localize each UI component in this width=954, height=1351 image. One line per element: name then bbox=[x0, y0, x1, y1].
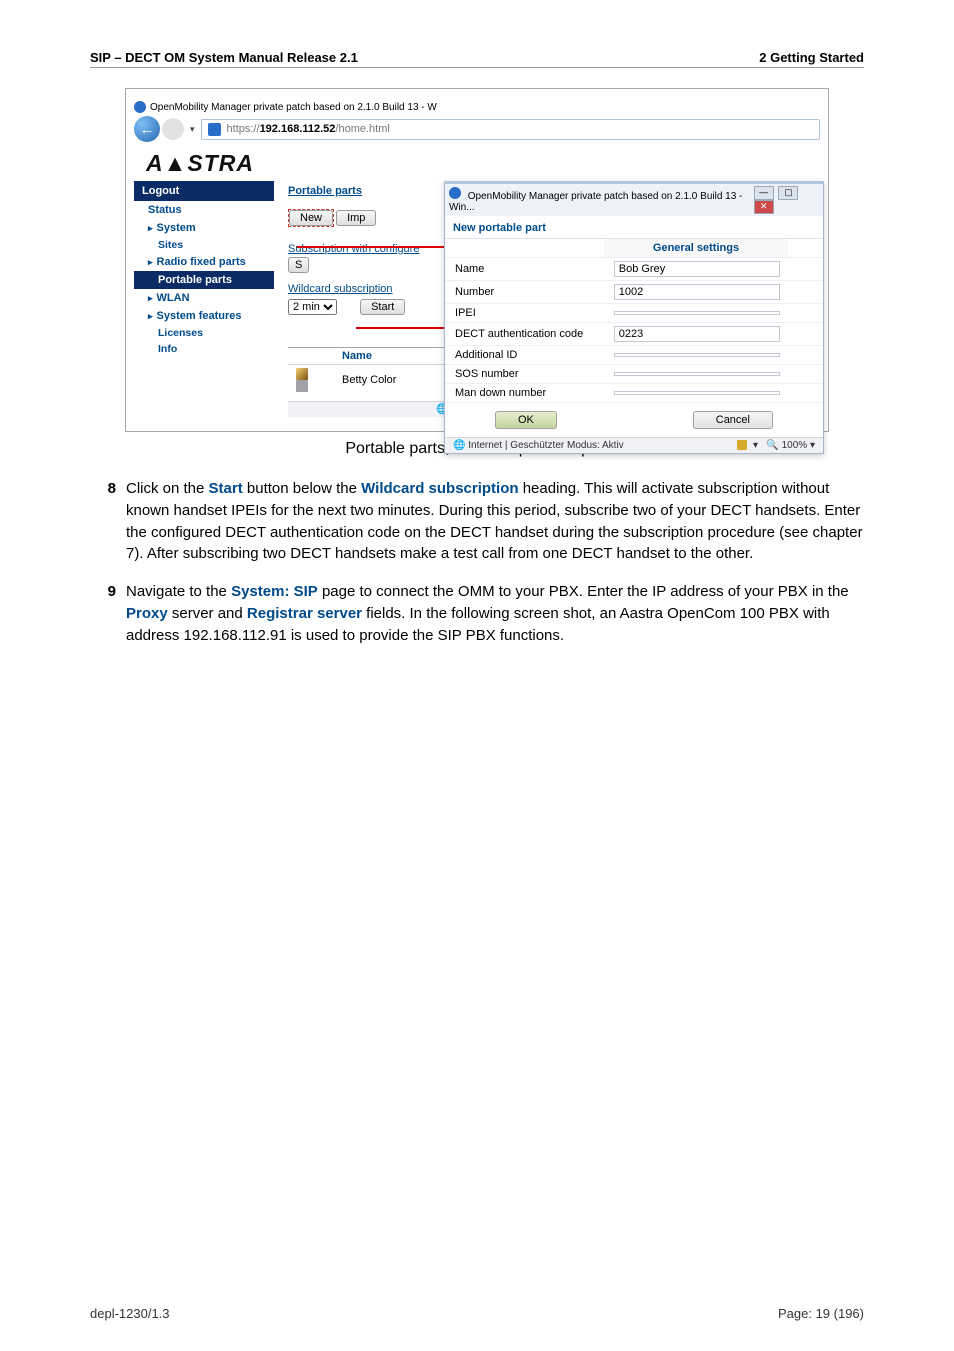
header-right: 2 Getting Started bbox=[759, 50, 864, 65]
sidebar-item-sites[interactable]: Sites bbox=[134, 237, 274, 253]
sidebar-item-portable-parts[interactable]: Portable parts bbox=[134, 271, 274, 289]
sidebar-item-rfp[interactable]: Radio fixed parts bbox=[134, 253, 274, 271]
auth-code-input[interactable]: 0223 bbox=[614, 326, 780, 342]
label-auth-code: DECT authentication code bbox=[445, 323, 604, 346]
back-button[interactable]: ← bbox=[134, 116, 160, 142]
s-button[interactable]: S bbox=[288, 257, 309, 273]
dialog-favicon-icon bbox=[449, 187, 461, 199]
cell-name: Betty Color bbox=[334, 365, 446, 396]
ie-icon bbox=[208, 123, 221, 136]
general-settings-heading: General settings bbox=[604, 239, 789, 258]
ie-favicon-icon bbox=[134, 101, 146, 113]
cancel-button[interactable]: Cancel bbox=[693, 411, 773, 429]
sidebar-item-info[interactable]: Info bbox=[134, 341, 274, 357]
header-left: SIP – DECT OM System Manual Release 2.1 bbox=[90, 50, 358, 65]
step-8-number: 8 bbox=[90, 478, 126, 565]
dialog-window-title: OpenMobility Manager private patch based… bbox=[449, 191, 742, 213]
screenshot-container: OpenMobility Manager private patch based… bbox=[125, 88, 829, 432]
step-9-text: Navigate to the System: SIP page to conn… bbox=[126, 581, 864, 646]
wildcard-subscription-heading: Wildcard subscription bbox=[288, 283, 393, 295]
minimize-button[interactable]: — bbox=[754, 186, 774, 200]
sos-input[interactable] bbox=[614, 372, 780, 376]
sidebar-item-status[interactable]: Status bbox=[134, 201, 274, 219]
delete-icon[interactable] bbox=[296, 380, 308, 392]
dialog-globe-icon: 🌐 bbox=[453, 440, 465, 451]
panel-heading-portable-parts[interactable]: Portable parts bbox=[288, 185, 362, 197]
name-input[interactable]: Bob Grey bbox=[614, 261, 780, 277]
url-path: /home.html bbox=[335, 123, 389, 135]
subscription-config-link[interactable]: Subscription with configure bbox=[288, 243, 419, 255]
label-ipei: IPEI bbox=[445, 304, 604, 323]
label-sos: SOS number bbox=[445, 365, 604, 384]
label-name: Name bbox=[445, 258, 604, 281]
step-9-number: 9 bbox=[90, 581, 126, 646]
label-additional-id: Additional ID bbox=[445, 346, 604, 365]
step-8-text: Click on the Start button below the Wild… bbox=[126, 478, 864, 565]
address-bar[interactable]: https://192.168.112.52/home.html bbox=[201, 119, 820, 140]
start-ref: Start bbox=[209, 480, 243, 497]
new-button-highlight: New bbox=[288, 209, 334, 227]
label-man-down: Man down number bbox=[445, 384, 604, 403]
dialog-status-zoom: 100% bbox=[782, 440, 808, 451]
url-host: 192.168.112.52 bbox=[260, 123, 336, 135]
new-button[interactable]: New bbox=[289, 210, 333, 226]
start-button[interactable]: Start bbox=[360, 299, 405, 315]
sidebar: Logout Status System Sites Radio fixed p… bbox=[134, 181, 274, 423]
dialog-title: New portable part bbox=[445, 216, 823, 239]
dialog-status-zone: Internet | Geschützter Modus: Aktiv bbox=[468, 440, 623, 451]
ipei-input[interactable] bbox=[614, 311, 780, 315]
wildcard-duration-select[interactable]: 2 min bbox=[288, 299, 337, 315]
proxy-ref: Proxy bbox=[126, 605, 168, 622]
system-sip-ref: System: SIP bbox=[231, 583, 318, 600]
url-protocol: https:// bbox=[227, 123, 260, 135]
aastra-logo: A▲STRA bbox=[146, 150, 254, 177]
footer-right: Page: 19 (196) bbox=[778, 1306, 864, 1321]
number-input[interactable]: 1002 bbox=[614, 284, 780, 300]
forward-button[interactable] bbox=[162, 118, 184, 140]
maximize-button[interactable]: ▢ bbox=[778, 186, 798, 200]
new-portable-part-dialog: OpenMobility Manager private patch based… bbox=[444, 181, 824, 454]
sidebar-item-wlan[interactable]: WLAN bbox=[134, 289, 274, 307]
col-name: Name bbox=[334, 348, 446, 365]
sidebar-item-licenses[interactable]: Licenses bbox=[134, 325, 274, 341]
ok-button[interactable]: OK bbox=[495, 411, 557, 429]
sidebar-logout[interactable]: Logout bbox=[134, 181, 274, 201]
import-button[interactable]: Imp bbox=[336, 210, 376, 226]
additional-id-input[interactable] bbox=[614, 353, 780, 357]
nav-history-dropdown[interactable]: ▾ bbox=[184, 124, 201, 135]
edit-icon[interactable] bbox=[296, 368, 308, 380]
registrar-ref: Registrar server bbox=[247, 605, 362, 622]
wildcard-ref: Wildcard subscription bbox=[361, 480, 518, 497]
sidebar-item-system[interactable]: System bbox=[134, 219, 274, 237]
footer-left: depl-1230/1.3 bbox=[90, 1306, 170, 1321]
dialog-lock-icon bbox=[737, 440, 747, 450]
ie-window-title: OpenMobility Manager private patch based… bbox=[150, 102, 437, 113]
label-number: Number bbox=[445, 281, 604, 304]
arrow-line-to-new bbox=[297, 246, 452, 248]
sidebar-item-system-features[interactable]: System features bbox=[134, 307, 274, 325]
man-down-input[interactable] bbox=[614, 391, 780, 395]
close-button[interactable]: ✕ bbox=[754, 200, 774, 214]
